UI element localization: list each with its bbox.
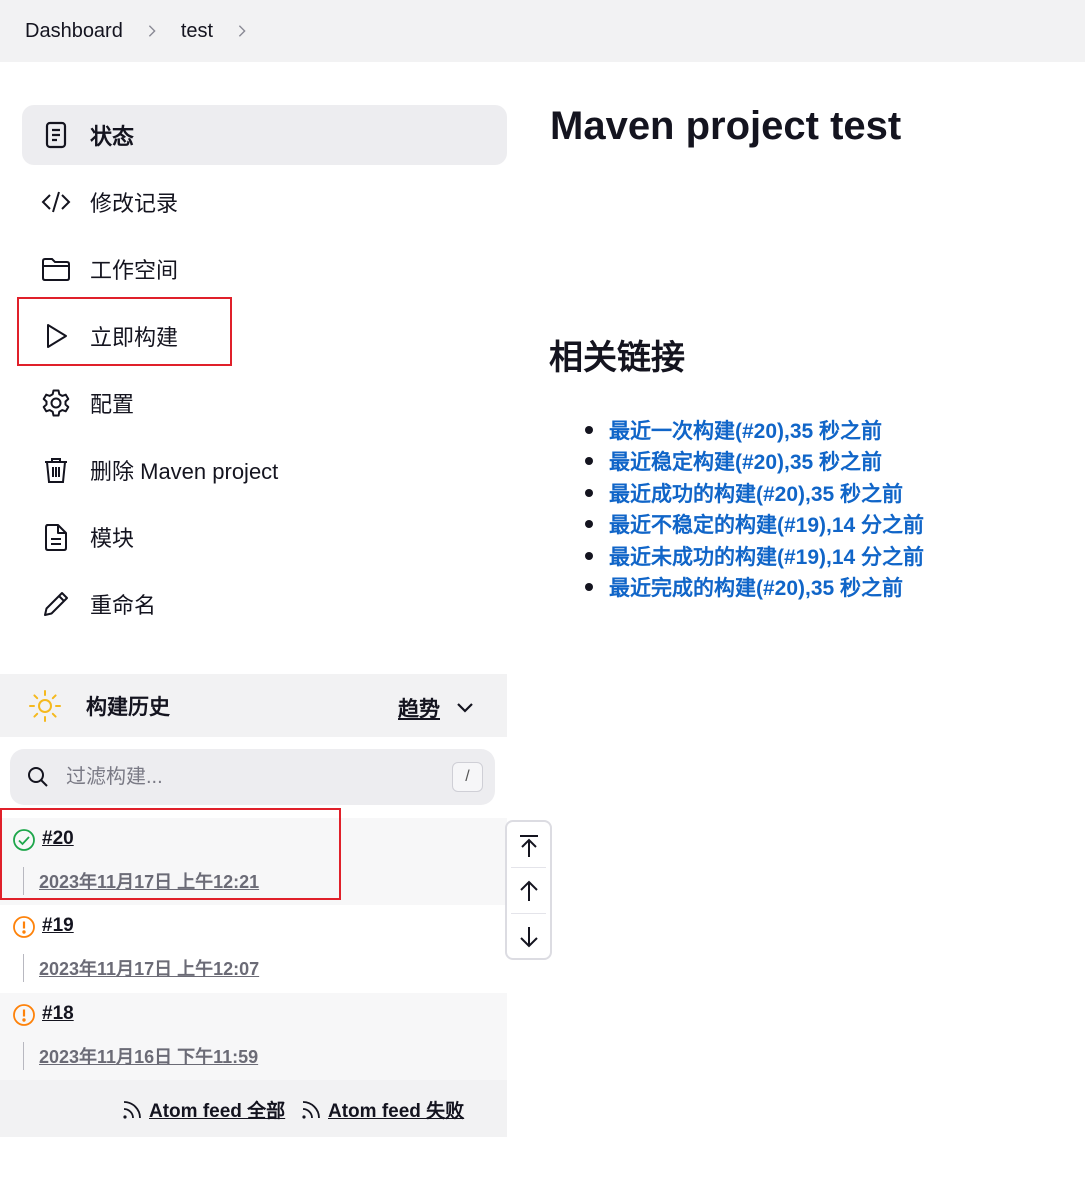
last-stable-build-link[interactable]: 最近稳定构建(#20),35 秒之前 (609, 446, 882, 476)
chevron-right-icon[interactable] (145, 24, 159, 38)
list-item: 最近一次构建(#20),35 秒之前 (585, 414, 924, 446)
arrow-up-icon (519, 880, 538, 901)
arrow-to-top-icon (519, 834, 538, 857)
sidebar-item-rename[interactable]: 重命名 (22, 574, 507, 634)
last-successful-build-link[interactable]: 最近成功的构建(#20),35 秒之前 (609, 478, 903, 508)
scroll-up-button[interactable] (507, 868, 550, 913)
sidebar-item-label: 工作空间 (90, 258, 179, 283)
list-item: 最近成功的构建(#20),35 秒之前 (585, 477, 924, 509)
build-row[interactable]: #19 2023年11月17日 上午12:07 (0, 905, 507, 992)
build-row[interactable]: #20 2023年11月17日 上午12:21 (0, 818, 507, 905)
build-history-header: 构建历史 趋势 (0, 674, 507, 737)
build-filter-input[interactable] (66, 765, 436, 789)
list-item: 最近稳定构建(#20),35 秒之前 (585, 446, 924, 478)
warning-icon (13, 1004, 35, 1026)
timeline-line (23, 954, 24, 982)
build-time-link[interactable]: 2023年11月17日 上午12:07 (39, 955, 259, 981)
play-icon (40, 320, 72, 352)
sidebar-item-label: 修改记录 (90, 191, 179, 216)
gear-icon (40, 387, 72, 419)
sidebar-item-delete[interactable]: 删除 Maven project (22, 440, 507, 500)
history-scroll-controls (505, 820, 552, 960)
breadcrumb-test[interactable]: test (181, 20, 213, 43)
arrow-down-icon (519, 926, 538, 947)
sidebar-item-modules[interactable]: 模块 (22, 507, 507, 567)
search-icon (28, 767, 48, 787)
build-history-title: 构建历史 (86, 695, 170, 719)
bullet (585, 520, 593, 529)
sidebar-item-workspace[interactable]: 工作空间 (22, 239, 507, 299)
chevron-down-icon[interactable] (454, 696, 476, 718)
sidebar-item-configure[interactable]: 配置 (22, 373, 507, 433)
chevron-right-icon[interactable] (235, 24, 249, 38)
bullet (585, 583, 593, 592)
last-completed-build-link[interactable]: 最近完成的构建(#20),35 秒之前 (609, 572, 903, 602)
build-number-link[interactable]: #20 (42, 828, 74, 850)
breadcrumb: Dashboard test (0, 0, 1085, 62)
sidebar-item-changes[interactable]: 修改记录 (22, 172, 507, 232)
timeline-line (23, 867, 24, 895)
code-icon (40, 186, 72, 218)
sidebar-item-label: 删除 Maven project (90, 459, 279, 484)
build-filter: / (10, 749, 495, 805)
bullet (585, 551, 593, 560)
list-item: 最近不稳定的构建(#19),14 分之前 (585, 509, 924, 541)
build-number-link[interactable]: #18 (42, 1003, 74, 1025)
build-number-link[interactable]: #19 (42, 915, 74, 937)
scroll-top-button[interactable] (507, 823, 550, 868)
sun-icon (29, 689, 61, 722)
success-check-icon (13, 829, 35, 851)
pencil-icon (40, 588, 72, 620)
scroll-down-button[interactable] (507, 914, 550, 959)
timeline-line (23, 1042, 24, 1070)
related-links-title: 相关链接 (549, 339, 685, 377)
bullet (585, 457, 593, 466)
build-time-link[interactable]: 2023年11月16日 下午11:59 (39, 1043, 258, 1069)
sidebar-item-label: 重命名 (90, 593, 157, 618)
sidebar-item-label: 配置 (90, 392, 135, 417)
folder-icon (40, 253, 72, 285)
status-icon (40, 119, 72, 151)
build-row[interactable]: #18 2023年11月16日 下午11:59 (0, 993, 507, 1080)
sidebar-item-build-now[interactable]: 立即构建 (22, 306, 507, 366)
sidebar-item-status[interactable]: 状态 (22, 105, 507, 165)
related-links-list: 最近一次构建(#20),35 秒之前 最近稳定构建(#20),35 秒之前 最近… (585, 414, 924, 603)
sidebar-item-label: 立即构建 (90, 325, 179, 350)
sidebar-item-label: 状态 (90, 124, 135, 149)
build-time-link[interactable]: 2023年11月17日 上午12:21 (39, 868, 259, 894)
bullet (585, 488, 593, 497)
atom-feed-all-label: Atom feed 全部 (149, 1101, 286, 1122)
list-item: 最近未成功的构建(#19),14 分之前 (585, 540, 924, 572)
shortcut-key-hint: / (452, 762, 483, 792)
trend-link[interactable]: 趋势 (398, 693, 440, 723)
atom-feed-failed-label: Atom feed 失败 (328, 1101, 465, 1122)
last-build-link[interactable]: 最近一次构建(#20),35 秒之前 (609, 415, 882, 445)
rss-icon (302, 1100, 320, 1119)
last-unsuccessful-build-link[interactable]: 最近未成功的构建(#19),14 分之前 (609, 541, 924, 571)
list-item: 最近完成的构建(#20),35 秒之前 (585, 572, 924, 604)
document-icon (40, 521, 72, 553)
trash-icon (40, 454, 72, 486)
atom-feed-failed-link[interactable]: Atom feed 失败 (300, 1096, 464, 1123)
page-title: Maven project test (550, 104, 902, 148)
breadcrumb-dashboard[interactable]: Dashboard (25, 20, 123, 43)
feed-bar: Atom feed 全部 Atom feed 失败 (0, 1080, 507, 1137)
sidebar-item-label: 模块 (90, 526, 135, 551)
atom-feed-all-link[interactable]: Atom feed 全部 (121, 1096, 285, 1123)
bullet (585, 425, 593, 434)
last-unstable-build-link[interactable]: 最近不稳定的构建(#19),14 分之前 (609, 509, 924, 539)
warning-icon (13, 916, 35, 938)
rss-icon (123, 1100, 141, 1119)
